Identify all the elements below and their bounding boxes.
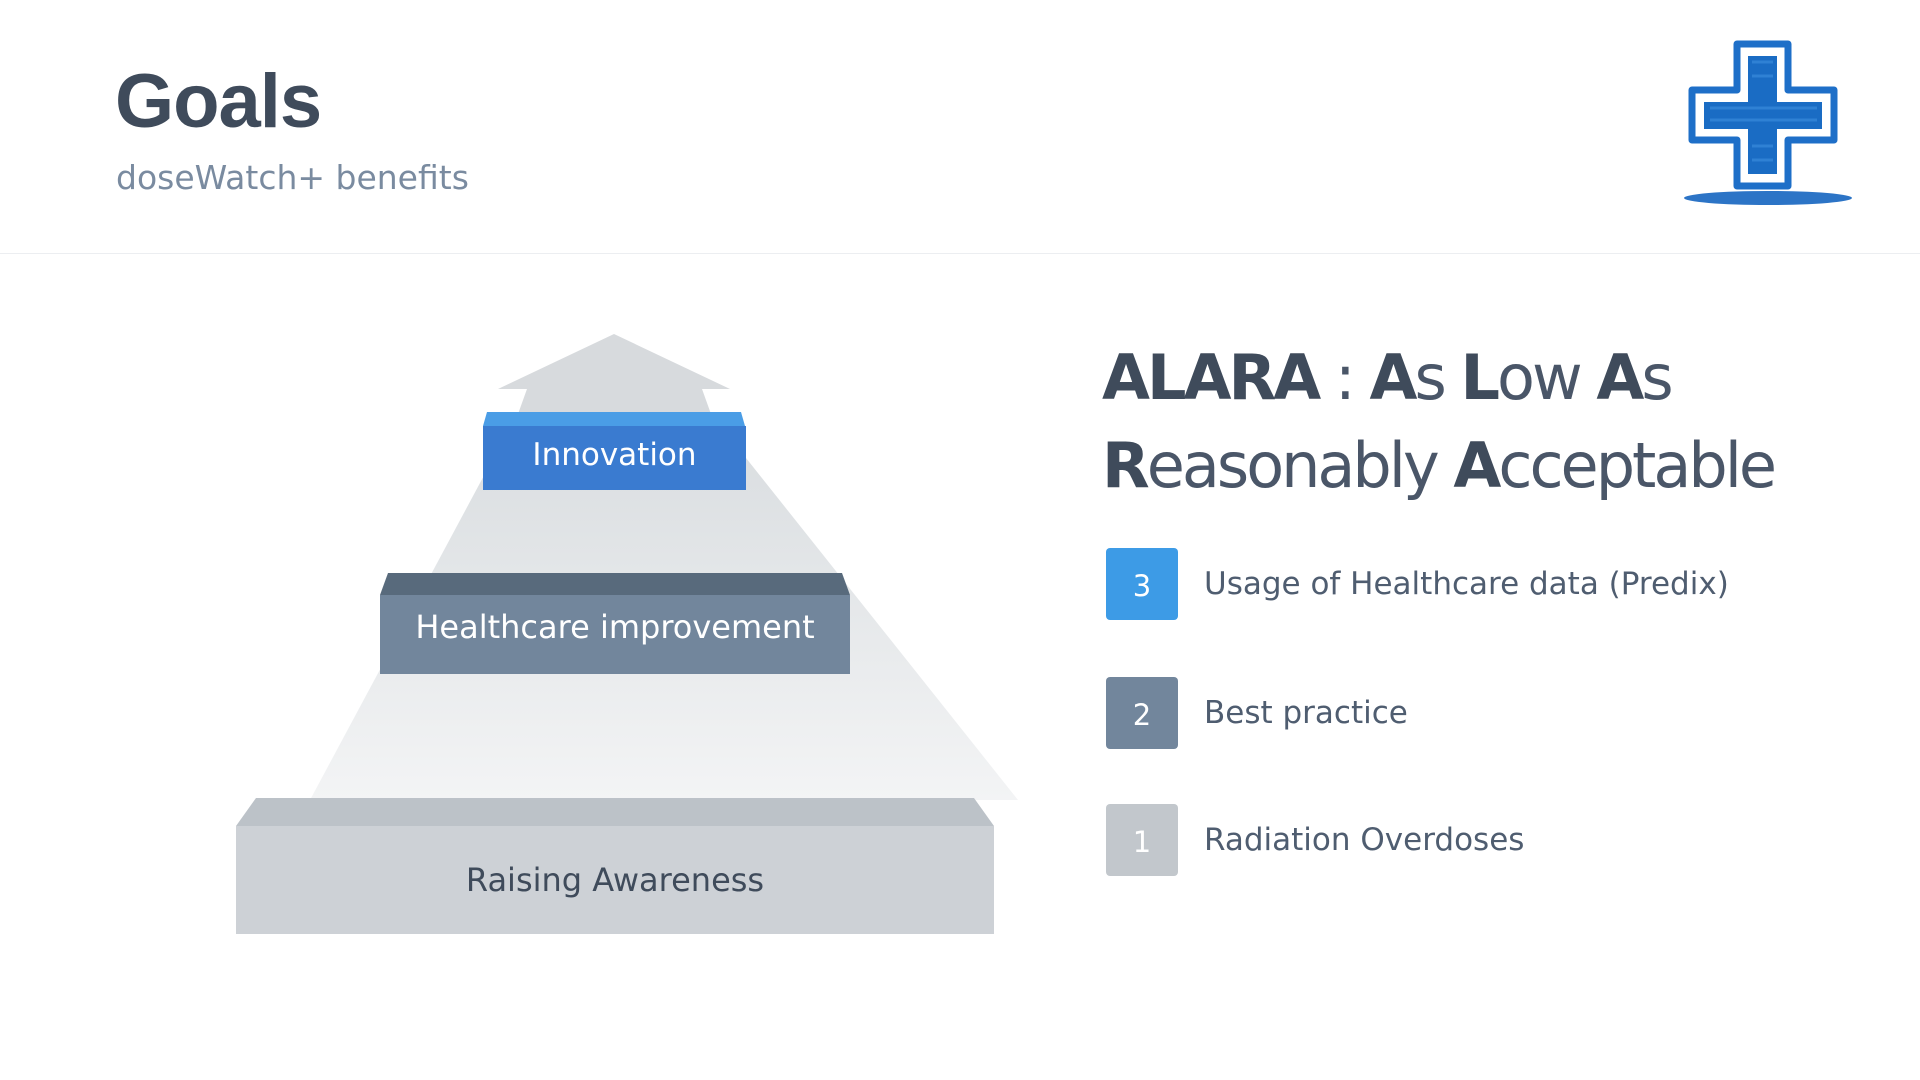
slide: Goals doseWatch+ benefits Innovation Hea… [0,0,1920,1080]
legend-item-1: 1 Radiation Overdoses [1106,804,1806,876]
legend-item-3: 3 Usage of Healthcare data (Predix) [1106,548,1806,620]
alara-word: cceptable [1498,429,1777,502]
alara-word: : [1318,341,1370,414]
legend-text: Radiation Overdoses [1204,822,1525,858]
step-awareness-top [236,798,994,826]
alara-word: s [1641,341,1673,414]
legend-badge: 1 [1106,804,1178,876]
alara-word: R [1102,429,1150,502]
legend-badge: 3 [1106,548,1178,620]
step-healthcare-top [380,573,850,595]
alara-line-2: Reasonably Acceptable [1102,422,1777,510]
alara-word: ow [1497,341,1597,414]
step-label-innovation: Innovation [532,437,697,473]
alara-line-1: ALARA : As Low As [1102,334,1774,422]
alara-word: A [1369,341,1418,414]
alara-heading: ALARA : As Low As Reasonably Acceptable [1102,334,1777,510]
alara-word: s [1414,341,1461,414]
legend-badge: 2 [1106,677,1178,749]
legend-text: Best practice [1204,695,1408,731]
alara-word: A [1453,429,1501,502]
alara-word: A [1596,341,1644,414]
step-label-healthcare: Healthcare improvement [415,608,815,646]
alara-word: easonably [1146,429,1454,502]
step-label-awareness: Raising Awareness [465,861,765,899]
legend-text: Usage of Healthcare data (Predix) [1204,566,1729,602]
pyramid-arrow [498,334,730,414]
legend-item-2: 2 Best practice [1106,677,1806,749]
alara-word: L [1460,341,1500,414]
step-innovation-top [483,412,745,426]
alara-word: ALARA [1102,341,1321,414]
